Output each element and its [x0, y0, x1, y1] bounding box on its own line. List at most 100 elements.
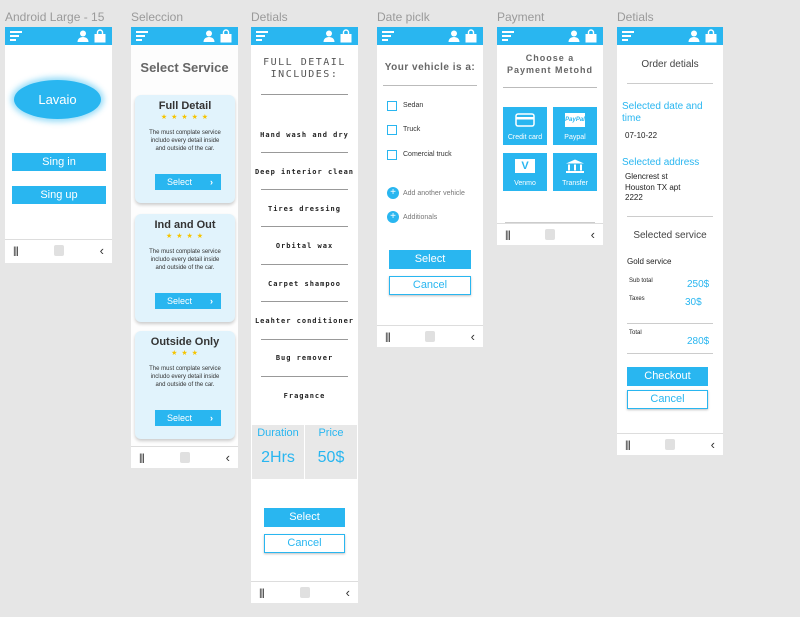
address-section-label: Selected address [622, 157, 700, 168]
card-description: The must complate service includo every … [149, 130, 221, 152]
divider [383, 85, 477, 86]
recent-apps-button[interactable]: ||| [13, 246, 19, 257]
feature-item: Hand wash and dry [260, 131, 349, 139]
recent-apps-button[interactable]: ||| [259, 588, 265, 599]
back-button[interactable]: ‹ [711, 437, 715, 452]
divider [261, 264, 348, 265]
back-button[interactable]: ‹ [346, 585, 350, 600]
page-title: Your vehicle is a: [384, 62, 476, 73]
vehicle-screen: Your vehicle is a: Sedan Truck Comercial… [377, 27, 483, 347]
payment-paypal[interactable]: PayPal Paypal [553, 107, 597, 145]
date-section-label: Selected date and time [622, 101, 703, 125]
android-nav-bar: ||| ‹ [131, 446, 238, 468]
back-button[interactable]: ‹ [471, 329, 475, 344]
select-button[interactable]: Select › [155, 293, 221, 309]
menu-icon[interactable] [622, 31, 634, 41]
sign-up-button[interactable]: Sing up [12, 186, 106, 204]
select-button[interactable]: Select [389, 250, 471, 269]
title-line-2: Payment Metohd [506, 65, 593, 75]
card-title: Ind and Out [154, 219, 216, 231]
home-button[interactable] [53, 245, 64, 256]
user-icon[interactable] [687, 29, 701, 43]
feature-item: Orbital wax [275, 242, 334, 250]
select-button[interactable]: Select › [155, 174, 221, 190]
chevron-right-icon: › [210, 296, 213, 306]
checkbox[interactable] [387, 150, 397, 160]
user-icon[interactable] [76, 29, 90, 43]
home-button[interactable] [179, 452, 190, 463]
address-line-2: Houston TX apt [625, 183, 681, 192]
menu-icon[interactable] [382, 31, 394, 41]
taxes-label: Taxes [629, 296, 645, 302]
service-card-full-detail: Full Detail ★ ★ ★ ★ ★ The must complate … [135, 95, 235, 203]
top-bar [131, 27, 238, 45]
home-button[interactable] [425, 331, 435, 342]
total-value: 280$ [687, 336, 710, 347]
recent-apps-button[interactable]: ||| [625, 440, 631, 451]
details-screen: FULL DETAIL INCLUDES: Hand wash and dry … [251, 27, 358, 603]
recent-apps-button[interactable]: ||| [385, 332, 391, 343]
user-icon[interactable] [202, 29, 216, 43]
checkbox[interactable] [387, 101, 397, 111]
date-label-line-1: Selected date and [622, 101, 703, 112]
payment-transfer[interactable]: Transfer [553, 153, 597, 191]
feature-item: Tires dressing [267, 205, 341, 213]
venmo-icon: V [515, 159, 535, 173]
page-title: Choose a Payment Metohd [497, 52, 603, 76]
shopping-bag-icon[interactable] [584, 29, 598, 43]
frame-label-selection: Seleccion [131, 10, 184, 24]
add-vehicle-label: Add another vehicle [403, 190, 465, 197]
frame-label-login: Android Large - 15 [5, 10, 105, 24]
vehicle-label: Truck [403, 126, 421, 133]
menu-icon[interactable] [136, 31, 148, 41]
price-panel: Price 50$ [305, 425, 357, 479]
shopping-bag-icon[interactable] [219, 29, 233, 43]
recent-apps-button[interactable]: ||| [139, 453, 145, 464]
page-title: FULL DETAIL INCLUDES: [251, 57, 358, 81]
android-nav-bar: ||| ‹ [617, 433, 723, 455]
divider [261, 301, 348, 302]
frame-label-details: Detials [251, 10, 288, 24]
plus-icon: + [387, 187, 399, 199]
duration-label: Duration [257, 427, 299, 439]
shopping-bag-icon[interactable] [339, 29, 353, 43]
star-rating: ★ ★ ★ [171, 350, 199, 357]
cancel-button[interactable]: Cancel [627, 390, 708, 409]
taxes-value: 30$ [685, 297, 702, 308]
menu-icon[interactable] [502, 31, 514, 41]
select-button[interactable]: Select [264, 508, 345, 527]
shopping-bag-icon[interactable] [704, 29, 718, 43]
android-nav-bar: ||| ‹ [377, 325, 483, 347]
shopping-bag-icon[interactable] [93, 29, 107, 43]
feature-item: Deep interior clean [254, 168, 355, 176]
shopping-bag-icon[interactable] [464, 29, 478, 43]
home-button[interactable] [299, 587, 310, 598]
select-label: Select [167, 413, 193, 423]
user-icon[interactable] [322, 29, 336, 43]
recent-apps-button[interactable]: ||| [505, 230, 511, 241]
checkout-button[interactable]: Checkout [627, 367, 708, 386]
cancel-button[interactable]: Cancel [264, 534, 345, 553]
divider [261, 152, 348, 153]
card-description: The must complate service includo every … [149, 366, 221, 388]
back-button[interactable]: ‹ [226, 450, 230, 465]
menu-icon[interactable] [10, 31, 22, 41]
home-button[interactable] [665, 439, 675, 450]
payment-venmo[interactable]: V Venmo [503, 153, 547, 191]
subtotal-value: 250$ [687, 279, 710, 290]
sign-in-button[interactable]: Sing in [12, 153, 106, 171]
card-title: Outside Only [150, 336, 220, 348]
back-button[interactable]: ‹ [591, 227, 595, 242]
payment-credit-card[interactable]: Credit card [503, 107, 547, 145]
home-button[interactable] [545, 229, 555, 240]
star-rating: ★ ★ ★ ★ [166, 233, 204, 240]
menu-icon[interactable] [256, 31, 268, 41]
back-button[interactable]: ‹ [100, 243, 104, 258]
checkbox[interactable] [387, 125, 397, 135]
lavaio-logo: Lavaio [14, 80, 101, 119]
select-button[interactable]: Select › [155, 410, 221, 426]
card-description: The must complate service includo every … [149, 249, 221, 271]
user-icon[interactable] [567, 29, 581, 43]
user-icon[interactable] [447, 29, 461, 43]
cancel-button[interactable]: Cancel [389, 276, 471, 295]
